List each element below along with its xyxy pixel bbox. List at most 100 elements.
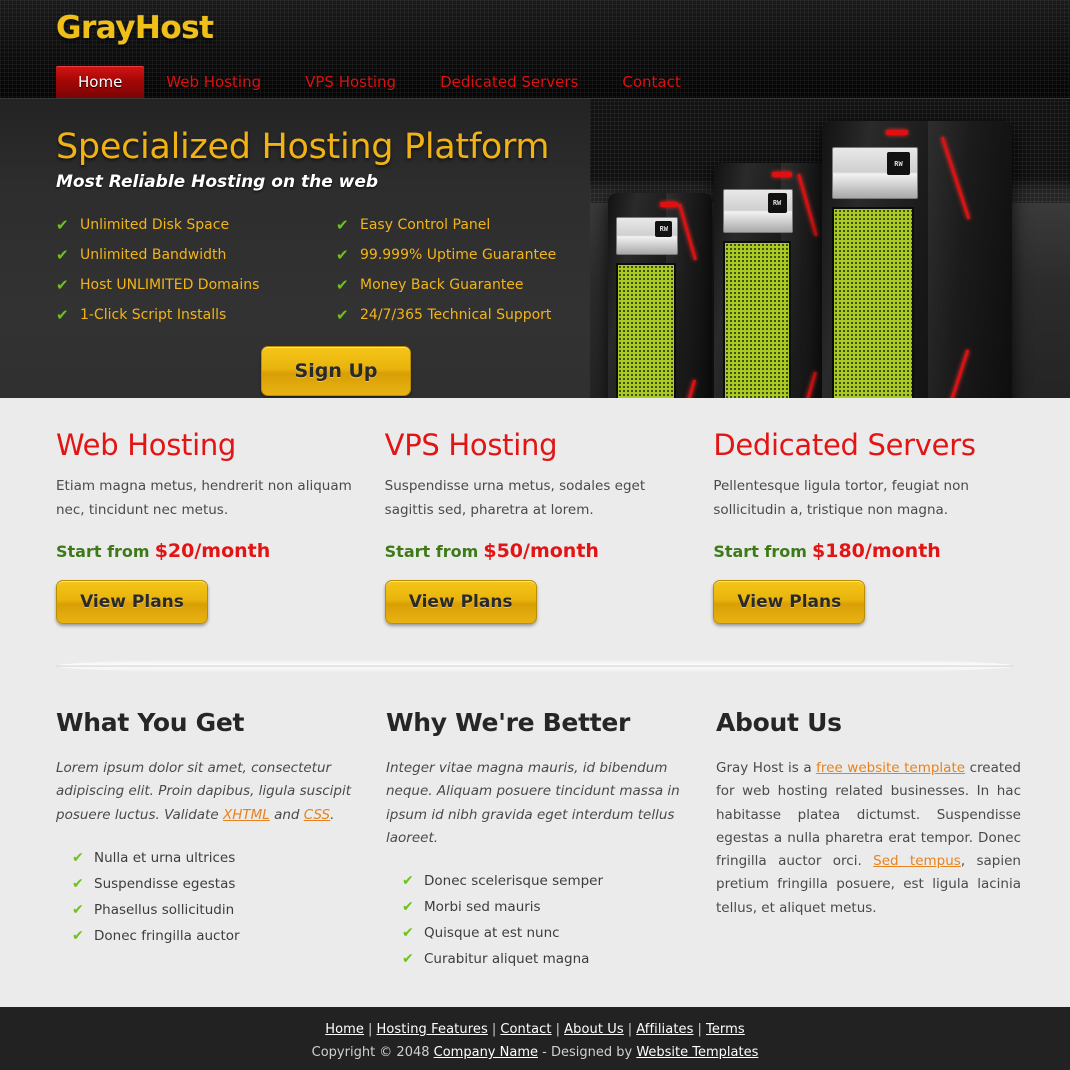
footer-link-affiliates[interactable]: Affiliates	[636, 1022, 693, 1037]
check-icon: ✔	[72, 875, 84, 892]
hero-feature-label: 24/7/365 Technical Support	[360, 307, 552, 323]
footer-separator: |	[555, 1022, 561, 1037]
plans-section: Web Hosting Etiam magna metus, hendrerit…	[0, 398, 1070, 625]
view-plans-button[interactable]: View Plans	[56, 580, 208, 625]
site-footer: Home | Hosting Features | Contact | About Us | A…	[0, 1007, 1070, 1070]
info-column-what-you-get: What You Get Lorem ipsum dolor sit amet,…	[56, 708, 358, 972]
list-item-label: Phasellus sollicitudin	[94, 901, 235, 918]
info-text: Gray Host is a free website template cre…	[716, 757, 1021, 920]
check-icon: ✔	[72, 901, 84, 918]
list-item-label: Quisque at est nunc	[424, 925, 560, 942]
hero-feature-item: ✔ Host UNLIMITED Domains	[56, 276, 336, 294]
designed-by-text: - Designed by	[538, 1045, 637, 1060]
footer-separator: |	[697, 1022, 702, 1037]
check-icon: ✔	[336, 276, 349, 294]
plan-card-dedicated-servers: Dedicated Servers Pellentesque ligula to…	[713, 428, 1014, 625]
plan-title: Web Hosting	[56, 428, 237, 462]
list-item-label: Morbi sed mauris	[424, 899, 541, 916]
check-icon: ✔	[402, 925, 414, 942]
check-icon: ✔	[56, 246, 69, 264]
plan-description: Suspendisse urna metus, sodales eget sag…	[384, 478, 646, 518]
info-text: Lorem ipsum dolor sit amet, consectetur …	[56, 757, 358, 827]
info-text-part: .	[330, 806, 335, 823]
nav-item-contact[interactable]: Contact	[600, 66, 702, 98]
plan-price-prefix: Start from	[56, 542, 150, 562]
footer-link-about-us[interactable]: About Us	[564, 1022, 624, 1037]
list-item-label: Curabitur aliquet magna	[424, 951, 590, 968]
list-item: ✔ Donec scelerisque semper	[386, 868, 688, 894]
primary-navigation: Home Web Hosting VPS Hosting Dedicated S…	[56, 66, 703, 98]
nav-item-web-hosting[interactable]: Web Hosting	[144, 66, 283, 98]
hero-feature-label: Unlimited Bandwidth	[80, 247, 227, 263]
plan-card-vps-hosting: VPS Hosting Suspendisse urna metus, soda…	[384, 428, 686, 625]
hero-feature-label: Host UNLIMITED Domains	[80, 277, 260, 293]
nav-item-home[interactable]: Home	[56, 66, 145, 98]
check-icon: ✔	[56, 276, 69, 294]
nav-item-dedicated-servers[interactable]: Dedicated Servers	[418, 66, 600, 98]
hero-feature-label: Money Back Guarantee	[360, 277, 524, 293]
check-icon: ✔	[72, 849, 84, 866]
plan-price-amount: $180/month	[812, 540, 941, 563]
info-column-about-us: About Us Gray Host is a free website tem…	[716, 708, 1021, 972]
plan-title: VPS Hosting	[384, 428, 558, 462]
sed-tempus-link[interactable]: Sed tempus	[873, 853, 961, 869]
nav-item-vps-hosting[interactable]: VPS Hosting	[283, 66, 418, 98]
list-item: ✔ Morbi sed mauris	[386, 894, 688, 920]
plan-price-amount: $20/month	[154, 540, 271, 563]
info-text-part: and	[269, 806, 304, 823]
info-text: Integer vitae magna mauris, id bibendum …	[386, 760, 680, 846]
info-title: About Us	[716, 708, 842, 738]
footer-link-contact[interactable]: Contact	[500, 1022, 551, 1037]
hero-feature-label: 99.999% Uptime Guarantee	[360, 247, 557, 263]
footer-link-hosting-features[interactable]: Hosting Features	[377, 1022, 488, 1037]
signup-button-container: Sign Up	[56, 346, 616, 396]
plan-description: Pellentesque ligula tortor, feugiat non …	[713, 478, 969, 518]
info-title: Why We're Better	[386, 708, 631, 738]
check-icon: ✔	[72, 927, 84, 944]
hero-feature-grid: ✔ Unlimited Disk Space ✔ Easy Control Pa…	[56, 216, 1070, 324]
site-header: GrayHost Home Web Hosting VPS Hosting De…	[0, 0, 1070, 98]
info-section: What You Get Lorem ipsum dolor sit amet,…	[0, 673, 1070, 973]
css-link[interactable]: CSS	[304, 807, 330, 823]
list-item: ✔ Donec fringilla auctor	[56, 923, 358, 949]
plan-price: Start from $180/month	[713, 540, 1014, 562]
info-title: What You Get	[56, 708, 245, 738]
check-icon: ✔	[402, 873, 414, 890]
footer-link-home[interactable]: Home	[325, 1022, 364, 1037]
list-item: ✔ Phasellus sollicitudin	[56, 897, 358, 923]
hero-feature-item: ✔ Easy Control Panel	[336, 216, 616, 234]
check-icon: ✔	[402, 951, 414, 968]
plan-card-web-hosting: Web Hosting Etiam magna metus, hendrerit…	[56, 428, 357, 625]
info-text-part: Gray Host is a	[716, 760, 817, 777]
xhtml-link[interactable]: XHTML	[223, 807, 270, 823]
list-item-label: Donec scelerisque semper	[424, 873, 604, 890]
hero-feature-item: ✔ 1-Click Script Installs	[56, 306, 336, 324]
list-item-label: Suspendisse egestas	[94, 875, 236, 892]
hero-feature-item: ✔ Money Back Guarantee	[336, 276, 616, 294]
view-plans-button[interactable]: View Plans	[384, 580, 537, 625]
check-icon: ✔	[402, 899, 414, 916]
list-item: ✔ Nulla et urna ultrices	[56, 845, 358, 871]
free-website-template-link[interactable]: free website template	[816, 760, 965, 776]
footer-separator: |	[627, 1022, 633, 1037]
info-list: ✔ Donec scelerisque semper ✔ Morbi sed mau…	[386, 868, 688, 972]
hero-feature-label: 1-Click Script Installs	[80, 307, 227, 323]
info-column-why-were-better: Why We're Better Integer vitae magna mau…	[386, 708, 688, 972]
list-item-label: Nulla et urna ultrices	[94, 849, 236, 866]
site-logo[interactable]: GrayHost	[56, 10, 214, 46]
hero-feature-item: ✔ 99.999% Uptime Guarantee	[336, 246, 616, 264]
footer-link-terms[interactable]: Terms	[706, 1022, 745, 1037]
list-item: ✔ Suspendisse egestas	[56, 871, 358, 897]
page-root: GrayHost Home Web Hosting VPS Hosting De…	[0, 0, 1070, 1070]
company-name-link[interactable]: Company Name	[434, 1045, 538, 1060]
plan-price: Start from $50/month	[385, 540, 686, 562]
check-icon: ✔	[336, 216, 349, 234]
check-icon: ✔	[56, 216, 69, 234]
view-plans-button[interactable]: View Plans	[713, 580, 866, 625]
hero-feature-label: Easy Control Panel	[360, 217, 491, 233]
website-templates-link[interactable]: Website Templates	[636, 1045, 758, 1060]
footer-links: Home | Hosting Features | Contact | About Us | A…	[0, 1022, 1070, 1037]
plan-description: Etiam magna metus, hendrerit non aliquam…	[56, 478, 352, 518]
signup-button[interactable]: Sign Up	[261, 346, 411, 396]
footer-separator: |	[491, 1022, 497, 1037]
